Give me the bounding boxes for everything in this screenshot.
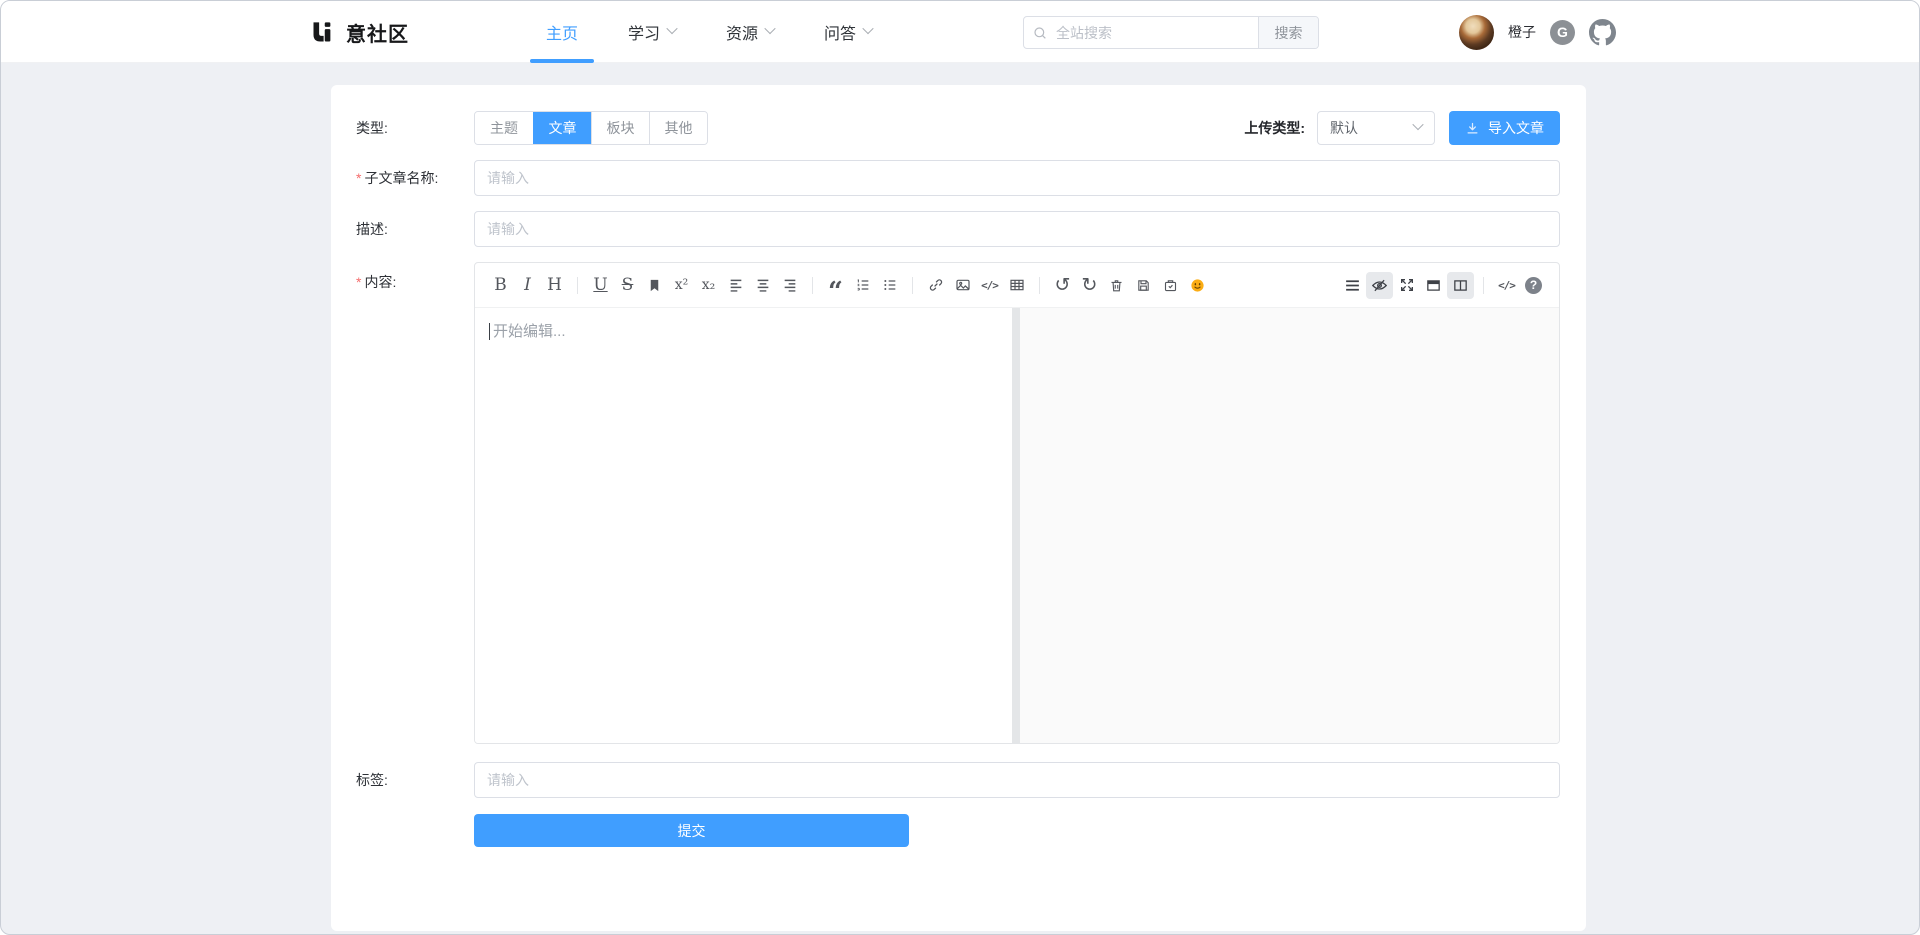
description-input[interactable] <box>474 211 1560 247</box>
content-row: * 内容: B I H U S x² x₂ “ <box>356 262 1560 744</box>
bold-icon[interactable]: B <box>487 272 514 299</box>
search-button[interactable]: 搜索 <box>1258 17 1318 48</box>
fullscreen-icon[interactable] <box>1393 272 1420 299</box>
github-icon[interactable] <box>1589 19 1616 46</box>
table-icon[interactable] <box>1003 272 1030 299</box>
superscript-icon[interactable]: x² <box>668 272 695 299</box>
brand[interactable]: 意社区 <box>309 1 409 63</box>
site-search: 搜索 <box>1023 16 1319 49</box>
import-article-button[interactable]: 导入文章 <box>1449 111 1560 145</box>
tags-label: 标签: <box>356 770 474 790</box>
two-column-icon[interactable] <box>1447 272 1474 299</box>
upload-type-label: 上传类型: <box>1244 118 1305 138</box>
nav-item-learn[interactable]: 学习 <box>628 1 676 63</box>
chevron-down-icon <box>1412 119 1423 130</box>
align-center-icon[interactable] <box>749 272 776 299</box>
description-label: 描述: <box>356 219 474 239</box>
unordered-list-icon[interactable] <box>876 272 903 299</box>
nav-item-qa[interactable]: 问答 <box>824 1 872 63</box>
submit-row: 提交 <box>474 814 1560 847</box>
chevron-down-icon <box>862 23 873 34</box>
required-mark: * <box>356 274 361 290</box>
upload-type-select[interactable]: 默认 <box>1317 111 1435 145</box>
type-label: 类型: <box>356 118 474 138</box>
sub-article-name-row: * 子文章名称: <box>356 160 1560 196</box>
align-left-icon[interactable] <box>722 272 749 299</box>
editor-toolbar: B I H U S x² x₂ “ <box>475 263 1559 307</box>
editor-preview-pane <box>1020 308 1559 743</box>
align-right-icon[interactable] <box>776 272 803 299</box>
save-icon[interactable] <box>1130 272 1157 299</box>
type-option-board[interactable]: 板块 <box>591 112 649 144</box>
content-label: * 内容: <box>356 262 474 292</box>
avatar[interactable] <box>1459 15 1494 50</box>
image-icon[interactable] <box>949 272 976 299</box>
editor-input-pane[interactable]: 开始编辑... <box>475 308 1012 743</box>
type-row: 类型: 主题 文章 板块 其他 上传类型: 默认 导入文章 <box>356 111 1560 145</box>
navbar: 意社区 主页 学习 资源 问答 搜索 <box>1 1 1919 63</box>
type-option-article[interactable]: 文章 <box>533 112 591 144</box>
gitee-icon[interactable]: G <box>1550 20 1575 45</box>
nav-item-label: 问答 <box>824 20 856 44</box>
main-nav: 主页 学习 资源 问答 <box>546 1 872 63</box>
undo-icon[interactable]: ↺ <box>1049 272 1076 299</box>
toolbar-separator <box>577 277 578 294</box>
link-icon[interactable] <box>922 272 949 299</box>
nav-item-label: 学习 <box>628 20 660 44</box>
source-code-icon[interactable]: </> <box>1493 272 1520 299</box>
emoji-icon[interactable] <box>1184 272 1211 299</box>
tags-input[interactable] <box>474 762 1560 798</box>
user-area: 橙子 G <box>1459 1 1616 63</box>
required-mark: * <box>356 170 361 186</box>
redo-icon[interactable]: ↻ <box>1076 272 1103 299</box>
type-option-topic[interactable]: 主题 <box>475 112 533 144</box>
chevron-down-icon <box>764 23 775 34</box>
subscript-icon[interactable]: x₂ <box>695 272 722 299</box>
sub-article-name-label: * 子文章名称: <box>356 168 474 188</box>
description-row: 描述: <box>356 211 1560 247</box>
single-column-icon[interactable] <box>1420 272 1447 299</box>
inline-code-icon[interactable]: </> <box>976 272 1003 299</box>
editor-panes: 开始编辑... <box>475 307 1559 743</box>
blockquote-icon[interactable]: “ <box>822 272 849 299</box>
tags-row: 标签: <box>356 762 1560 798</box>
nav-item-label: 主页 <box>546 20 578 44</box>
preview-toggle-icon[interactable] <box>1366 272 1393 299</box>
pane-resize-handle[interactable] <box>1012 308 1020 743</box>
toolbar-separator <box>1483 277 1484 294</box>
help-icon[interactable]: ? <box>1520 272 1547 299</box>
nav-item-resources[interactable]: 资源 <box>726 1 774 63</box>
search-icon <box>1024 17 1056 48</box>
toolbar-separator <box>912 277 913 294</box>
chevron-down-icon <box>666 23 677 34</box>
site-title: 意社区 <box>346 18 409 47</box>
nav-item-label: 资源 <box>726 20 758 44</box>
nav-item-home[interactable]: 主页 <box>546 1 578 63</box>
upload-type-value: 默认 <box>1330 118 1358 138</box>
site-logo-icon <box>309 19 336 46</box>
underline-icon[interactable]: U <box>587 272 614 299</box>
strikethrough-icon[interactable]: S <box>614 272 641 299</box>
ordered-list-icon[interactable] <box>849 272 876 299</box>
italic-icon[interactable]: I <box>514 272 541 299</box>
search-input[interactable] <box>1056 17 1258 48</box>
download-icon <box>1465 121 1480 136</box>
bookmark-icon[interactable] <box>641 272 668 299</box>
username[interactable]: 橙子 <box>1508 22 1536 42</box>
editor-placeholder: 开始编辑... <box>489 323 566 340</box>
toolbar-separator <box>1039 277 1040 294</box>
type-segmented-control: 主题 文章 板块 其他 <box>474 111 708 145</box>
type-option-other[interactable]: 其他 <box>649 112 707 144</box>
form-card: 类型: 主题 文章 板块 其他 上传类型: 默认 导入文章 * 子文章名称: <box>331 85 1586 931</box>
markdown-editor: B I H U S x² x₂ “ <box>474 262 1560 744</box>
toolbar-separator <box>812 277 813 294</box>
submit-button[interactable]: 提交 <box>474 814 909 847</box>
outline-icon[interactable] <box>1339 272 1366 299</box>
delete-icon[interactable] <box>1103 272 1130 299</box>
export-check-icon[interactable] <box>1157 272 1184 299</box>
sub-article-name-input[interactable] <box>474 160 1560 196</box>
active-tab-underline <box>530 59 594 63</box>
browser-window: 意社区 主页 学习 资源 问答 搜索 <box>0 0 1920 935</box>
heading-icon[interactable]: H <box>541 272 568 299</box>
